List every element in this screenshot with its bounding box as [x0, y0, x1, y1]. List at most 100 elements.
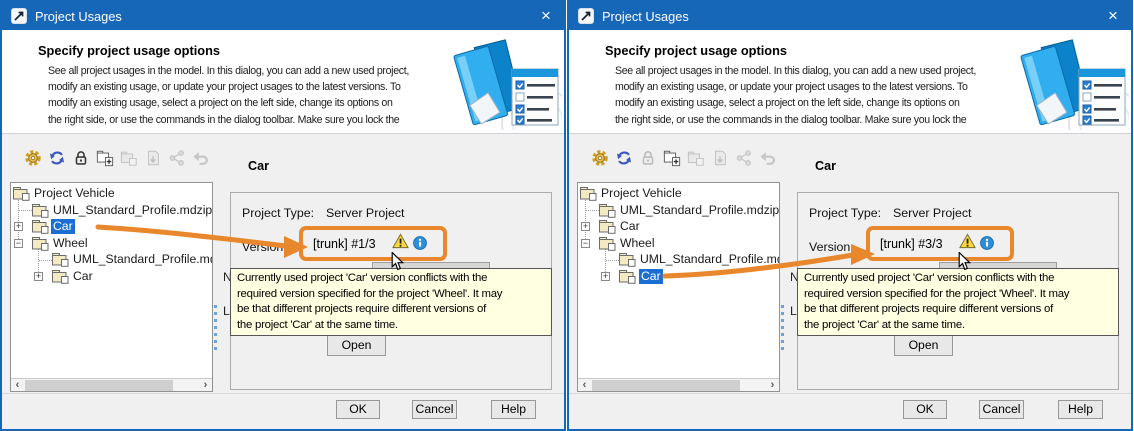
tree-connector: [585, 195, 586, 241]
expander-plus-icon[interactable]: +: [601, 272, 610, 281]
tree-item-label[interactable]: Project Vehicle: [34, 186, 115, 201]
horizontal-scrollbar[interactable]: ‹ ›: [11, 378, 212, 391]
expander-minus-icon[interactable]: −: [581, 239, 590, 248]
tree-item-label-selected[interactable]: Car: [639, 269, 663, 284]
project-folder-icon: [619, 269, 636, 284]
header-description: See all project usages in the model. In …: [48, 63, 454, 128]
tree-row[interactable]: Project Vehicle: [11, 186, 212, 201]
add-used-project-icon[interactable]: [663, 149, 681, 169]
version-conflict-tooltip: Currently used project 'Car' version con…: [797, 268, 1119, 336]
project-folder-icon: [32, 236, 49, 251]
refresh-icon[interactable]: [615, 149, 633, 169]
project-folder-icon: [580, 186, 597, 201]
scrollbar-thumb[interactable]: [25, 380, 173, 391]
help-button[interactable]: Help: [1058, 400, 1103, 419]
project-tree[interactable]: Project Vehicle UML_Standard_Profile.mdz…: [10, 182, 213, 392]
version-conflict-tooltip: Currently used project 'Car' version con…: [230, 268, 552, 336]
scrollbar-thumb[interactable]: [592, 380, 740, 391]
tree-item-label[interactable]: UML_Standard_Profile.mdzip: [620, 203, 779, 218]
help-button[interactable]: Help: [491, 400, 536, 419]
used-project-icon-disabled: [687, 149, 705, 169]
tree-row[interactable]: UML_Standard_Profile.mdz: [11, 252, 212, 267]
lock-icon[interactable]: [72, 149, 90, 169]
cancel-button[interactable]: Cancel: [412, 400, 457, 419]
warning-icon[interactable]: [959, 233, 976, 249]
selected-project-title: Car: [815, 159, 836, 173]
toolbar: [591, 149, 777, 169]
obscured-label-fragment: L: [223, 304, 230, 318]
expander-plus-icon[interactable]: +: [581, 222, 590, 231]
tree-row[interactable]: + Car: [578, 219, 779, 234]
scroll-left-icon[interactable]: ‹: [11, 379, 24, 391]
scroll-right-icon[interactable]: ›: [766, 379, 779, 391]
tree-item-label[interactable]: UML_Standard_Profile.mdzip: [53, 203, 212, 218]
tree-row[interactable]: − Wheel: [578, 236, 779, 251]
splitter-handle[interactable]: [781, 305, 784, 351]
obscured-label-fragment: L: [790, 304, 797, 318]
splitter-handle[interactable]: [214, 305, 217, 351]
project-tree[interactable]: Project Vehicle UML_Standard_Profile.mdz…: [577, 182, 780, 392]
reset-icon-disabled: [759, 149, 777, 169]
close-icon[interactable]: ×: [535, 4, 557, 28]
cancel-button[interactable]: Cancel: [979, 400, 1024, 419]
scroll-left-icon[interactable]: ‹: [578, 379, 591, 391]
refresh-icon[interactable]: [48, 149, 66, 169]
version-value: [trunk] #1/3: [313, 237, 376, 251]
project-folder-icon: [599, 236, 616, 251]
tree-row[interactable]: UML_Standard_Profile.mdzip: [11, 203, 212, 218]
tree-row[interactable]: − Wheel: [11, 236, 212, 251]
project-type-label: Project Type:: [242, 206, 314, 220]
project-folder-icon: [599, 219, 616, 234]
lock-icon-disabled: [639, 149, 657, 169]
project-folder-icon: [32, 219, 49, 234]
dialog-header: Specify project usage options See all pr…: [2, 30, 564, 134]
app-icon: [578, 8, 594, 24]
ok-button[interactable]: OK: [903, 400, 947, 419]
project-usages-dialog-right: Project Usages × Specify project usage o…: [567, 0, 1133, 431]
footer-separator: [569, 393, 1131, 394]
tree-item-label[interactable]: Wheel: [620, 236, 655, 251]
header-title: Specify project usage options: [38, 43, 220, 58]
tree-row[interactable]: Project Vehicle: [578, 186, 779, 201]
selected-project-title: Car: [248, 159, 269, 173]
app-icon: [11, 8, 27, 24]
folders-illustration: [450, 34, 562, 130]
project-folder-icon: [13, 186, 30, 201]
expander-minus-icon[interactable]: −: [14, 239, 23, 248]
open-button[interactable]: Open: [327, 335, 386, 356]
expander-plus-icon[interactable]: +: [14, 222, 23, 231]
project-folder-icon: [52, 252, 69, 267]
warning-icon[interactable]: [392, 233, 409, 249]
tree-item-label[interactable]: UML_Standard_Profile.mdz: [640, 252, 780, 267]
tree-item-label[interactable]: Wheel: [53, 236, 88, 251]
open-button[interactable]: Open: [894, 335, 953, 356]
close-icon[interactable]: ×: [1102, 4, 1124, 28]
usage-map-icon-disabled: [168, 149, 186, 169]
tree-item-label[interactable]: Car: [620, 219, 640, 234]
tree-row[interactable]: + Car: [11, 219, 212, 234]
options-gear-icon[interactable]: [24, 149, 42, 169]
scroll-right-icon[interactable]: ›: [199, 379, 212, 391]
expander-plus-icon[interactable]: +: [34, 272, 43, 281]
add-used-project-icon[interactable]: [96, 149, 114, 169]
horizontal-scrollbar[interactable]: ‹ ›: [578, 378, 779, 391]
footer-separator: [2, 393, 564, 394]
tree-row[interactable]: UML_Standard_Profile.mdz: [578, 252, 779, 267]
header-description: See all project usages in the model. In …: [615, 63, 1021, 128]
tree-item-label[interactable]: UML_Standard_Profile.mdz: [73, 252, 213, 267]
folders-illustration: [1017, 34, 1129, 130]
titlebar[interactable]: Project Usages ×: [569, 2, 1131, 30]
ok-button[interactable]: OK: [336, 400, 380, 419]
tree-row[interactable]: UML_Standard_Profile.mdzip: [578, 203, 779, 218]
info-icon[interactable]: [413, 236, 427, 250]
tree-item-label-selected[interactable]: Car: [51, 219, 75, 234]
info-icon[interactable]: [980, 236, 994, 250]
options-gear-icon[interactable]: [591, 149, 609, 169]
tree-row[interactable]: + Car: [578, 269, 779, 284]
tree-item-label[interactable]: Car: [73, 269, 93, 284]
project-usages-dialog-left: Project Usages × Specify project usage o…: [0, 0, 566, 431]
version-value: [trunk] #3/3: [880, 237, 943, 251]
titlebar[interactable]: Project Usages ×: [2, 2, 564, 30]
tree-item-label[interactable]: Project Vehicle: [601, 186, 682, 201]
tree-row[interactable]: + Car: [11, 269, 212, 284]
